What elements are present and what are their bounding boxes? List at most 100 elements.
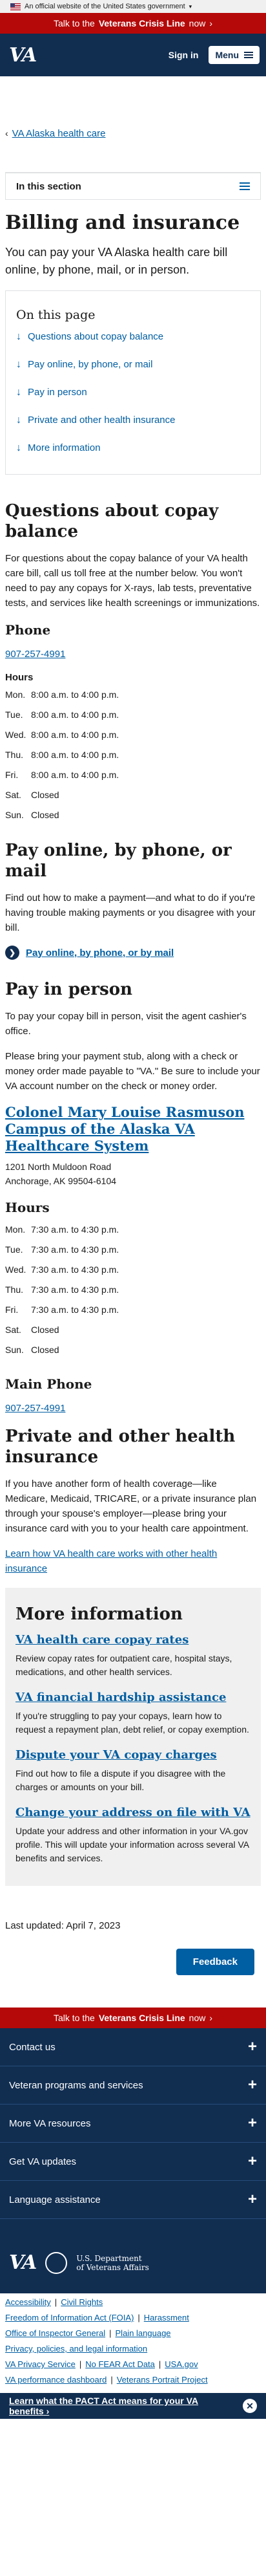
hours-day: Sat.: [5, 1325, 21, 1335]
accordion-label: Veteran programs and services: [9, 2079, 143, 2091]
footer-link[interactable]: Privacy, policies, and legal information: [5, 2344, 147, 2354]
footer-accordion-language[interactable]: Language assistance +: [0, 2181, 266, 2219]
hours-row: Thu. 7:30 a.m. to 4:30 p.m.: [5, 1284, 261, 1304]
footer-accordion-updates[interactable]: Get VA updates +: [0, 2143, 266, 2181]
footer-link[interactable]: VA Privacy Service: [5, 2359, 76, 2369]
breadcrumb-link[interactable]: VA Alaska health care: [12, 128, 106, 139]
footer-link[interactable]: Harassment: [144, 2313, 189, 2322]
insurance-link[interactable]: Learn how VA health care works with othe…: [5, 1548, 217, 1574]
more-info-link[interactable]: Change your address on file with VA: [15, 1806, 251, 1819]
hours-time: Closed: [31, 810, 59, 820]
hours-heading: Hours: [5, 672, 34, 683]
va-logo[interactable]: VA: [9, 44, 37, 67]
phone-link[interactable]: 907-257-4991: [5, 649, 65, 660]
plus-icon: +: [247, 2191, 257, 2208]
hours-row: Mon. 7:30 a.m. to 4:30 p.m.: [5, 1224, 261, 1244]
more-info-item: VA health care copay rates Review copay …: [15, 1633, 251, 1679]
menu-button[interactable]: Menu: [209, 46, 260, 64]
hours-day: Thu.: [5, 750, 24, 760]
pay-online-link[interactable]: Pay online, by phone, or by mail: [26, 947, 174, 958]
footer-link[interactable]: Freedom of Information Act (FOIA): [5, 2313, 134, 2322]
insurance-body: If you have another form of health cover…: [5, 1478, 257, 1534]
breadcrumb: ‹ VA Alaska health care: [5, 76, 261, 140]
more-info-link[interactable]: VA health care copay rates: [15, 1633, 189, 1647]
accordion-label: Language assistance: [9, 2194, 101, 2205]
footer-link[interactable]: Office of Inspector General: [5, 2328, 105, 2338]
more-info-heading: More information: [15, 1605, 183, 1624]
crisis-line-banner[interactable]: Talk to the Veterans Crisis Line now ›: [0, 13, 266, 34]
jump-link[interactable]: ↓ Questions about copay balance: [16, 330, 250, 343]
footer-link[interactable]: Veterans Portrait Project: [117, 2375, 208, 2385]
footer-link[interactable]: Civil Rights: [61, 2297, 103, 2307]
close-icon[interactable]: ✕: [243, 2399, 257, 2413]
main-phone-heading: Main Phone: [5, 1376, 92, 1392]
dept-line-2: of Veterans Affairs: [76, 2262, 149, 2272]
hours-day: Tue.: [5, 709, 23, 720]
department-name: U.S. Department of Veterans Affairs: [76, 2254, 149, 2272]
in-this-section-menu[interactable]: In this section: [5, 172, 261, 200]
more-info-desc: If you're struggling to pay your copays,…: [15, 1711, 249, 1735]
more-info-item: VA financial hardship assistance If you'…: [15, 1691, 251, 1737]
on-this-page-heading: On this page: [16, 308, 96, 322]
jump-link-label[interactable]: More information: [28, 441, 101, 455]
crisis-prefix: Talk to the: [53, 2013, 95, 2023]
hours-list: Mon. 8:00 a.m. to 4:00 p.m. Tue. 8:00 a.m.…: [5, 689, 261, 830]
pay-online-action-link[interactable]: ❯ Pay online, by phone, or by mail: [5, 946, 261, 960]
arrow-down-icon: ↓: [16, 387, 21, 398]
footer-accordion-contact[interactable]: Contact us +: [0, 2028, 266, 2066]
more-info-item: Change your address on file with VA Upda…: [15, 1806, 251, 1865]
hours-day: Fri.: [5, 1304, 19, 1315]
last-updated: Last updated: April 7, 2023: [5, 1920, 121, 1931]
feedback-button[interactable]: Feedback: [176, 1949, 254, 1975]
online-heading: Pay online, by phone, or mail: [5, 841, 232, 881]
chevron-down-icon[interactable]: ▾: [189, 3, 192, 10]
footer-accordion-resources[interactable]: More VA resources +: [0, 2105, 266, 2143]
hours-time: 7:30 a.m. to 4:30 p.m.: [31, 1244, 119, 1255]
insurance-heading: Private and other health insurance: [5, 1427, 236, 1467]
sign-in-link[interactable]: Sign in: [169, 50, 199, 60]
hamburger-icon: [240, 182, 250, 190]
footer-link[interactable]: Accessibility: [5, 2297, 51, 2307]
hours-row: Thu. 8:00 a.m. to 4:00 p.m.: [5, 750, 261, 770]
gov-banner: An official website of the United States…: [0, 0, 266, 13]
arrow-down-icon: ↓: [16, 359, 21, 370]
jump-link-label[interactable]: Private and other health insurance: [28, 413, 175, 427]
site-footer: Talk to the Veterans Crisis Line now › C…: [0, 2008, 266, 2293]
campus-link[interactable]: Colonel Mary Louise Rasmuson Campus of t…: [5, 1104, 245, 1154]
more-info-link[interactable]: VA financial hardship assistance: [15, 1691, 226, 1704]
menu-label: Menu: [215, 50, 239, 60]
pact-act-link[interactable]: Learn what the PACT Act means for your V…: [9, 2396, 198, 2416]
hours-day: Sat.: [5, 790, 21, 800]
hours-day: Sun.: [5, 810, 24, 820]
jump-link[interactable]: ↓ Pay online, by phone, or mail: [16, 358, 250, 371]
more-info-link[interactable]: Dispute your VA copay charges: [15, 1748, 217, 1762]
footer-link[interactable]: Plain language: [116, 2328, 171, 2338]
more-info-desc: Review copay rates for outpatient care, …: [15, 1653, 232, 1677]
arrow-right-icon: ›: [46, 2406, 50, 2416]
hours-day: Tue.: [5, 1244, 23, 1255]
campus-address: 1201 North Muldoon Road Anchorage, AK 99…: [5, 1160, 261, 1188]
footer-crisis-line-banner[interactable]: Talk to the Veterans Crisis Line now ›: [0, 2008, 266, 2028]
footer-link[interactable]: No FEAR Act Data: [85, 2359, 155, 2369]
jump-link[interactable]: ↓ More information: [16, 441, 250, 455]
online-body: Find out how to make a payment—and what …: [5, 893, 256, 933]
jump-link-label[interactable]: Pay in person: [28, 385, 87, 399]
gov-banner-text: An official website of the United States…: [25, 3, 185, 10]
footer-accordion-programs[interactable]: Veteran programs and services +: [0, 2066, 266, 2105]
hours-row: Fri. 8:00 a.m. to 4:00 p.m.: [5, 770, 261, 790]
hours-row: Tue. 7:30 a.m. to 4:30 p.m.: [5, 1244, 261, 1264]
hours-time: 7:30 a.m. to 4:30 p.m.: [31, 1284, 119, 1295]
chevron-right-circle-icon: ❯: [5, 946, 19, 960]
jump-link[interactable]: ↓ Private and other health insurance: [16, 413, 250, 427]
pact-line-2: benefits: [9, 2406, 44, 2416]
footer-link[interactable]: VA performance dashboard: [5, 2375, 107, 2385]
jump-link-label[interactable]: Questions about copay balance: [28, 330, 163, 343]
footer-link[interactable]: USA.gov: [165, 2359, 198, 2369]
jump-link-label[interactable]: Pay online, by phone, or mail: [28, 358, 152, 371]
jump-link[interactable]: ↓ Pay in person: [16, 385, 250, 399]
main-phone-link[interactable]: 907-257-4991: [5, 1403, 65, 1414]
footer-logos: VA U.S. Department of Veterans Affairs: [0, 2219, 266, 2293]
more-info-desc: Find out how to file a dispute if you di…: [15, 1768, 226, 1792]
va-logo[interactable]: VA: [9, 2251, 37, 2274]
in-person-heading: Pay in person: [5, 980, 132, 999]
